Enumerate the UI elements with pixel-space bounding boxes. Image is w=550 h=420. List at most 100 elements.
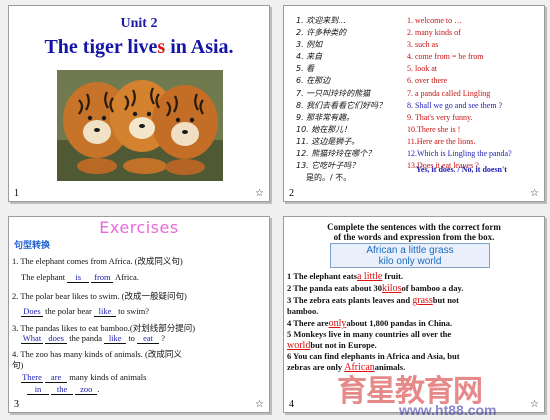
en-line: 9. That's very funny. (407, 112, 473, 122)
question-2-answer: Does the polar bear like to swim? (21, 306, 149, 317)
answer-blank: eat (137, 333, 160, 344)
text: the panda (69, 333, 103, 343)
en-line: 2. many kinds of (407, 28, 461, 38)
text: 3 The zebra eats plants leaves and (287, 295, 411, 305)
en-line: 10.There she is ! (407, 124, 461, 134)
sentence-3: 3 The zebra eats plants leaves and grass… (287, 295, 459, 306)
text: to (128, 333, 135, 343)
en-line: 4. come from = be from (407, 52, 484, 62)
text: ? (161, 333, 165, 343)
en-line: 8. Shall we go and see them ? (407, 100, 503, 110)
en-line: 11.Here are the lions. (407, 136, 476, 146)
cn-line: 12. 熊猫玲玲在哪个？ (296, 149, 376, 159)
en-answer: Yes, it does. / No, it doesn't (416, 165, 507, 174)
answer-blank: zoo (75, 384, 98, 395)
cn-line: 2. 许多种类的 (296, 28, 347, 38)
text: but not (432, 295, 460, 305)
site-watermark: 育星教育网 www.ht88.com (337, 366, 547, 418)
exercises-heading: Exercises (99, 218, 179, 237)
tigers-photo (57, 70, 223, 181)
slide-thumbnail-3[interactable]: Exercises 句型转换 1. The elephant comes fro… (8, 216, 270, 413)
question-4-answer: There are many kinds of animals (21, 372, 146, 383)
question-3-answer: What does the panda like to eat ? (21, 333, 165, 344)
text: zebras are only (287, 362, 343, 372)
cn-line: 9. 那非常有趣。 (296, 112, 355, 122)
question-4-cont: 句) (12, 360, 24, 370)
watermark-url: www.ht88.com (399, 402, 497, 418)
text: 1 The elephant eats (287, 271, 357, 281)
sentence-3-cont: bamboo. (287, 306, 319, 316)
text: 4 There are (287, 318, 329, 328)
sentence-5-cont: worldbut not in Europe. (287, 340, 377, 351)
unit-label: Unit 2 (120, 16, 158, 31)
english-phrase-list: 1. welcome to … 2. many kinds of 3. such… (407, 15, 544, 172)
question-4-answer-2: in the zoo. (27, 384, 99, 395)
text: fruit. (384, 271, 404, 281)
instruction-line: Complete the sentences with the correct … (327, 222, 501, 232)
sentence-2: 2 The panda eats about 30kilosof bamboo … (287, 283, 463, 294)
answer-blank: are (45, 372, 68, 383)
chinese-phrase-list: 1. 欢迎来到… 2. 许多种类的 3. 例如 4. 来自 5. 看 6. 在那… (296, 15, 404, 172)
answer-blank: What (21, 333, 43, 344)
slide-thumbnail-2[interactable]: 1. 欢迎来到… 2. 许多种类的 3. 例如 4. 来自 5. 看 6. 在那… (283, 5, 545, 202)
text: 2 The panda eats about 30 (287, 283, 383, 293)
answer: a little (356, 271, 383, 282)
exercise-subheading: 句型转换 (14, 241, 51, 251)
cn-line: 1. 欢迎来到… (296, 16, 347, 25)
answer: only (328, 318, 347, 329)
cn-line: 11. 这边是狮子。 (296, 136, 360, 146)
cn-line: 8. 我们去看看它们好吗？ (296, 100, 387, 110)
answer-blank: like (104, 333, 127, 344)
answer: kilos (382, 283, 402, 294)
instructions: Complete the sentences with the correct … (284, 222, 544, 242)
star-icon[interactable]: ☆ (255, 399, 264, 410)
answer: world (287, 340, 311, 351)
sentence-6: 6 You can find elephants in Africa and A… (287, 351, 460, 361)
question-1-answer: The elephant is from Africa. (21, 272, 139, 283)
answer: grass (412, 295, 433, 306)
cn-line: 3. 例如 (296, 40, 323, 50)
slide-number: 3 (14, 399, 19, 410)
star-icon[interactable]: ☆ (530, 188, 539, 199)
title-part: The tiger live (44, 36, 158, 58)
word-box-line: kilo only world (378, 256, 442, 267)
slide-number: 1 (14, 188, 19, 199)
answer-blank: the (51, 384, 74, 395)
cn-line: 13. 它吃叶子吗？ (296, 161, 360, 171)
answer-blank: does (45, 333, 68, 344)
answer-blank: in (27, 384, 49, 395)
sentence-5: 5 Monkeys live in many countries all ove… (287, 329, 452, 339)
en-line: 6. over there (407, 76, 448, 86)
star-icon[interactable]: ☆ (255, 188, 264, 199)
word-box-line: African a little grass (366, 245, 454, 256)
question-1: 1. The elephant comes from Africa. (改成同义… (12, 256, 183, 266)
text: about 1,800 pandas in China. (346, 318, 453, 328)
text: Africa. (115, 272, 139, 282)
cn-answer: 是的。/ 不。 (306, 173, 352, 182)
question-2: 2. The polar bear likes to swim. (改成一般疑问… (12, 291, 187, 301)
title-part: in Asia. (165, 36, 234, 58)
instruction-line: of the words and expression from the box… (333, 232, 495, 242)
answer-blank: like (93, 306, 116, 317)
slide-number: 4 (289, 399, 294, 410)
sentence-4: 4 There areonlyabout 1,800 pandas in Chi… (287, 318, 452, 329)
text: the polar bear (45, 306, 92, 316)
en-line: 12.Which is Lingling the panda? (407, 149, 512, 159)
text: The elephant (21, 272, 66, 282)
slide-number: 2 (289, 188, 294, 199)
slide-title: The tiger lives in Asia. (9, 36, 269, 59)
answer-blank: from (91, 272, 114, 283)
en-line: 1. welcome to … (407, 16, 463, 25)
cn-line: 10. 她在那儿！ (296, 124, 352, 134)
sentence-1: 1 The elephant eatsa little fruit. (287, 271, 403, 282)
text: to swim? (118, 306, 150, 316)
text: but not in Europe. (310, 340, 377, 350)
answer-blank: There (21, 372, 43, 383)
en-line: 5. look at (407, 64, 437, 74)
text: of bamboo a day. (401, 283, 464, 293)
question-4: 4. The zoo has many kinds of animals. (改… (12, 349, 182, 359)
slide-thumbnail-1[interactable]: Unit 2 The tiger lives in Asia. 1 ☆ (8, 5, 270, 202)
text: many kinds of animals (69, 372, 147, 382)
cn-line: 6. 在那边 (296, 76, 331, 86)
answer-blank: is (67, 272, 90, 283)
